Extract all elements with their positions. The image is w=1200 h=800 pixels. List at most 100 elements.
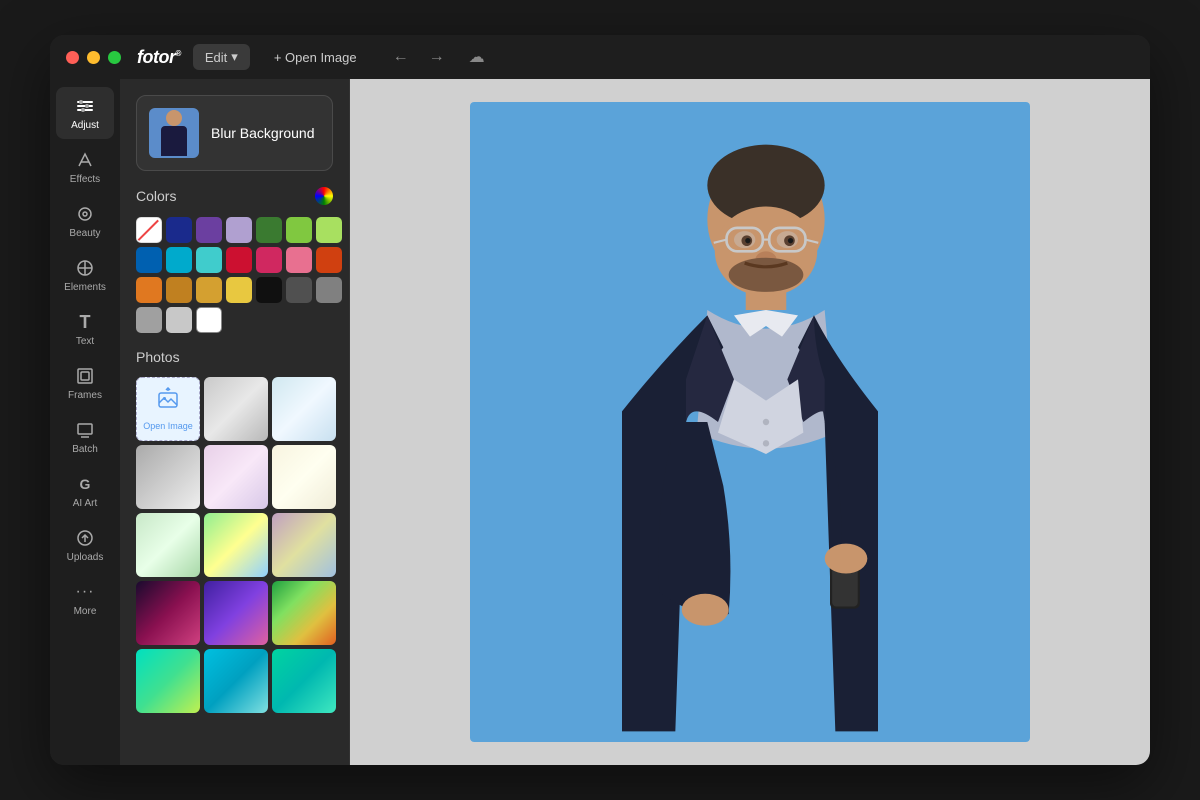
canvas-inner bbox=[470, 102, 1030, 742]
photo-grad-8[interactable] bbox=[272, 513, 336, 577]
color-swatch-20[interactable] bbox=[316, 277, 342, 303]
photo-open-image[interactable]: Open Image bbox=[136, 377, 200, 441]
sidebar-item-ai-art-label: AI Art bbox=[73, 498, 97, 509]
batch-icon bbox=[74, 419, 96, 441]
color-swatch-12[interactable] bbox=[286, 247, 312, 273]
palette-icon[interactable] bbox=[315, 187, 333, 205]
color-swatch-none[interactable] bbox=[136, 217, 162, 243]
photo-grad-12[interactable] bbox=[136, 649, 200, 713]
color-swatch-19[interactable] bbox=[286, 277, 312, 303]
titlebar-content: fotor® Edit ▾ + Open Image ← → ☁ bbox=[137, 44, 485, 70]
color-swatch-8[interactable] bbox=[166, 247, 192, 273]
photo-grad-5[interactable] bbox=[272, 445, 336, 509]
photo-grad-10[interactable] bbox=[204, 581, 268, 645]
color-swatch-11[interactable] bbox=[256, 247, 282, 273]
color-swatch-22[interactable] bbox=[166, 307, 192, 333]
color-swatch-1[interactable] bbox=[166, 217, 192, 243]
sidebar: Adjust Effects Beauty bbox=[50, 79, 120, 765]
sidebar-item-frames-label: Frames bbox=[68, 390, 102, 401]
photo-grad-13[interactable] bbox=[204, 649, 268, 713]
photo-grad-11[interactable] bbox=[272, 581, 336, 645]
color-swatch-15[interactable] bbox=[166, 277, 192, 303]
color-swatch-18[interactable] bbox=[256, 277, 282, 303]
color-swatch-7[interactable] bbox=[136, 247, 162, 273]
photo-grad-1[interactable] bbox=[204, 377, 268, 441]
main-image bbox=[470, 102, 1030, 742]
color-swatch-14[interactable] bbox=[136, 277, 162, 303]
more-icon: ··· bbox=[74, 581, 96, 603]
sidebar-item-ai-art[interactable]: G AI Art bbox=[56, 465, 114, 517]
sidebar-item-adjust[interactable]: Adjust bbox=[56, 87, 114, 139]
color-swatch-3[interactable] bbox=[226, 217, 252, 243]
sidebar-item-text[interactable]: T Text bbox=[56, 303, 114, 355]
photo-grad-4[interactable] bbox=[204, 445, 268, 509]
ai-art-icon: G bbox=[74, 473, 96, 495]
elements-icon bbox=[74, 257, 96, 279]
maximize-button[interactable] bbox=[108, 51, 121, 64]
forward-button[interactable]: → bbox=[421, 44, 453, 70]
sidebar-item-effects-label: Effects bbox=[70, 174, 100, 185]
app-window: fotor® Edit ▾ + Open Image ← → ☁ bbox=[50, 35, 1150, 765]
color-swatch-21[interactable] bbox=[136, 307, 162, 333]
color-swatch-5[interactable] bbox=[286, 217, 312, 243]
uploads-icon bbox=[74, 527, 96, 549]
sidebar-item-batch-label: Batch bbox=[72, 444, 98, 455]
open-photo-icon bbox=[156, 387, 180, 417]
back-button[interactable]: ← bbox=[385, 44, 417, 70]
tool-card[interactable]: Blur Background bbox=[136, 95, 333, 171]
colors-section-title: Colors bbox=[136, 187, 333, 205]
open-image-button[interactable]: + Open Image bbox=[262, 45, 369, 70]
color-swatch-2[interactable] bbox=[196, 217, 222, 243]
sidebar-item-effects[interactable]: Effects bbox=[56, 141, 114, 193]
sidebar-item-frames[interactable]: Frames bbox=[56, 357, 114, 409]
sidebar-item-uploads[interactable]: Uploads bbox=[56, 519, 114, 571]
effects-icon bbox=[74, 149, 96, 171]
color-swatch-6[interactable] bbox=[316, 217, 342, 243]
photo-grad-14[interactable] bbox=[272, 649, 336, 713]
edit-menu-button[interactable]: Edit ▾ bbox=[193, 44, 250, 70]
sidebar-item-beauty-label: Beauty bbox=[69, 228, 100, 239]
app-body: Adjust Effects Beauty bbox=[50, 79, 1150, 765]
chevron-down-icon: ▾ bbox=[231, 49, 238, 65]
sidebar-item-beauty[interactable]: Beauty bbox=[56, 195, 114, 247]
photo-grad-9[interactable] bbox=[136, 581, 200, 645]
beauty-icon bbox=[74, 203, 96, 225]
tool-thumbnail bbox=[149, 108, 199, 158]
photo-grad-2[interactable] bbox=[272, 377, 336, 441]
sidebar-item-elements[interactable]: Elements bbox=[56, 249, 114, 301]
titlebar: fotor® Edit ▾ + Open Image ← → ☁ bbox=[50, 35, 1150, 79]
frames-icon bbox=[74, 365, 96, 387]
photos-section: Photos bbox=[136, 349, 333, 713]
canvas-area bbox=[350, 79, 1150, 765]
sidebar-item-uploads-label: Uploads bbox=[67, 552, 104, 563]
sidebar-item-batch[interactable]: Batch bbox=[56, 411, 114, 463]
traffic-lights bbox=[66, 51, 121, 64]
sidebar-item-adjust-label: Adjust bbox=[71, 120, 99, 131]
color-swatch-13[interactable] bbox=[316, 247, 342, 273]
tool-name: Blur Background bbox=[211, 125, 315, 141]
color-swatch-9[interactable] bbox=[196, 247, 222, 273]
photo-grad-7[interactable] bbox=[204, 513, 268, 577]
sidebar-item-elements-label: Elements bbox=[64, 282, 106, 293]
text-icon: T bbox=[74, 311, 96, 333]
sidebar-item-more-label: More bbox=[74, 606, 97, 617]
left-panel: Blur Background Colors bbox=[120, 79, 350, 765]
app-logo: fotor® bbox=[137, 47, 181, 68]
photos-grid: Open Image bbox=[136, 377, 333, 713]
minimize-button[interactable] bbox=[87, 51, 100, 64]
adjust-icon bbox=[74, 95, 96, 117]
color-swatch-17[interactable] bbox=[226, 277, 252, 303]
open-image-label: Open Image bbox=[143, 421, 193, 432]
sidebar-item-more[interactable]: ··· More bbox=[56, 573, 114, 625]
nav-arrows: ← → bbox=[385, 44, 453, 70]
sidebar-item-text-label: Text bbox=[76, 336, 94, 347]
color-swatch-4[interactable] bbox=[256, 217, 282, 243]
colors-grid bbox=[136, 217, 333, 333]
photo-grad-3[interactable] bbox=[136, 445, 200, 509]
cloud-icon: ☁ bbox=[469, 47, 485, 67]
close-button[interactable] bbox=[66, 51, 79, 64]
color-swatch-10[interactable] bbox=[226, 247, 252, 273]
photo-grad-6[interactable] bbox=[136, 513, 200, 577]
color-swatch-23[interactable] bbox=[196, 307, 222, 333]
color-swatch-16[interactable] bbox=[196, 277, 222, 303]
